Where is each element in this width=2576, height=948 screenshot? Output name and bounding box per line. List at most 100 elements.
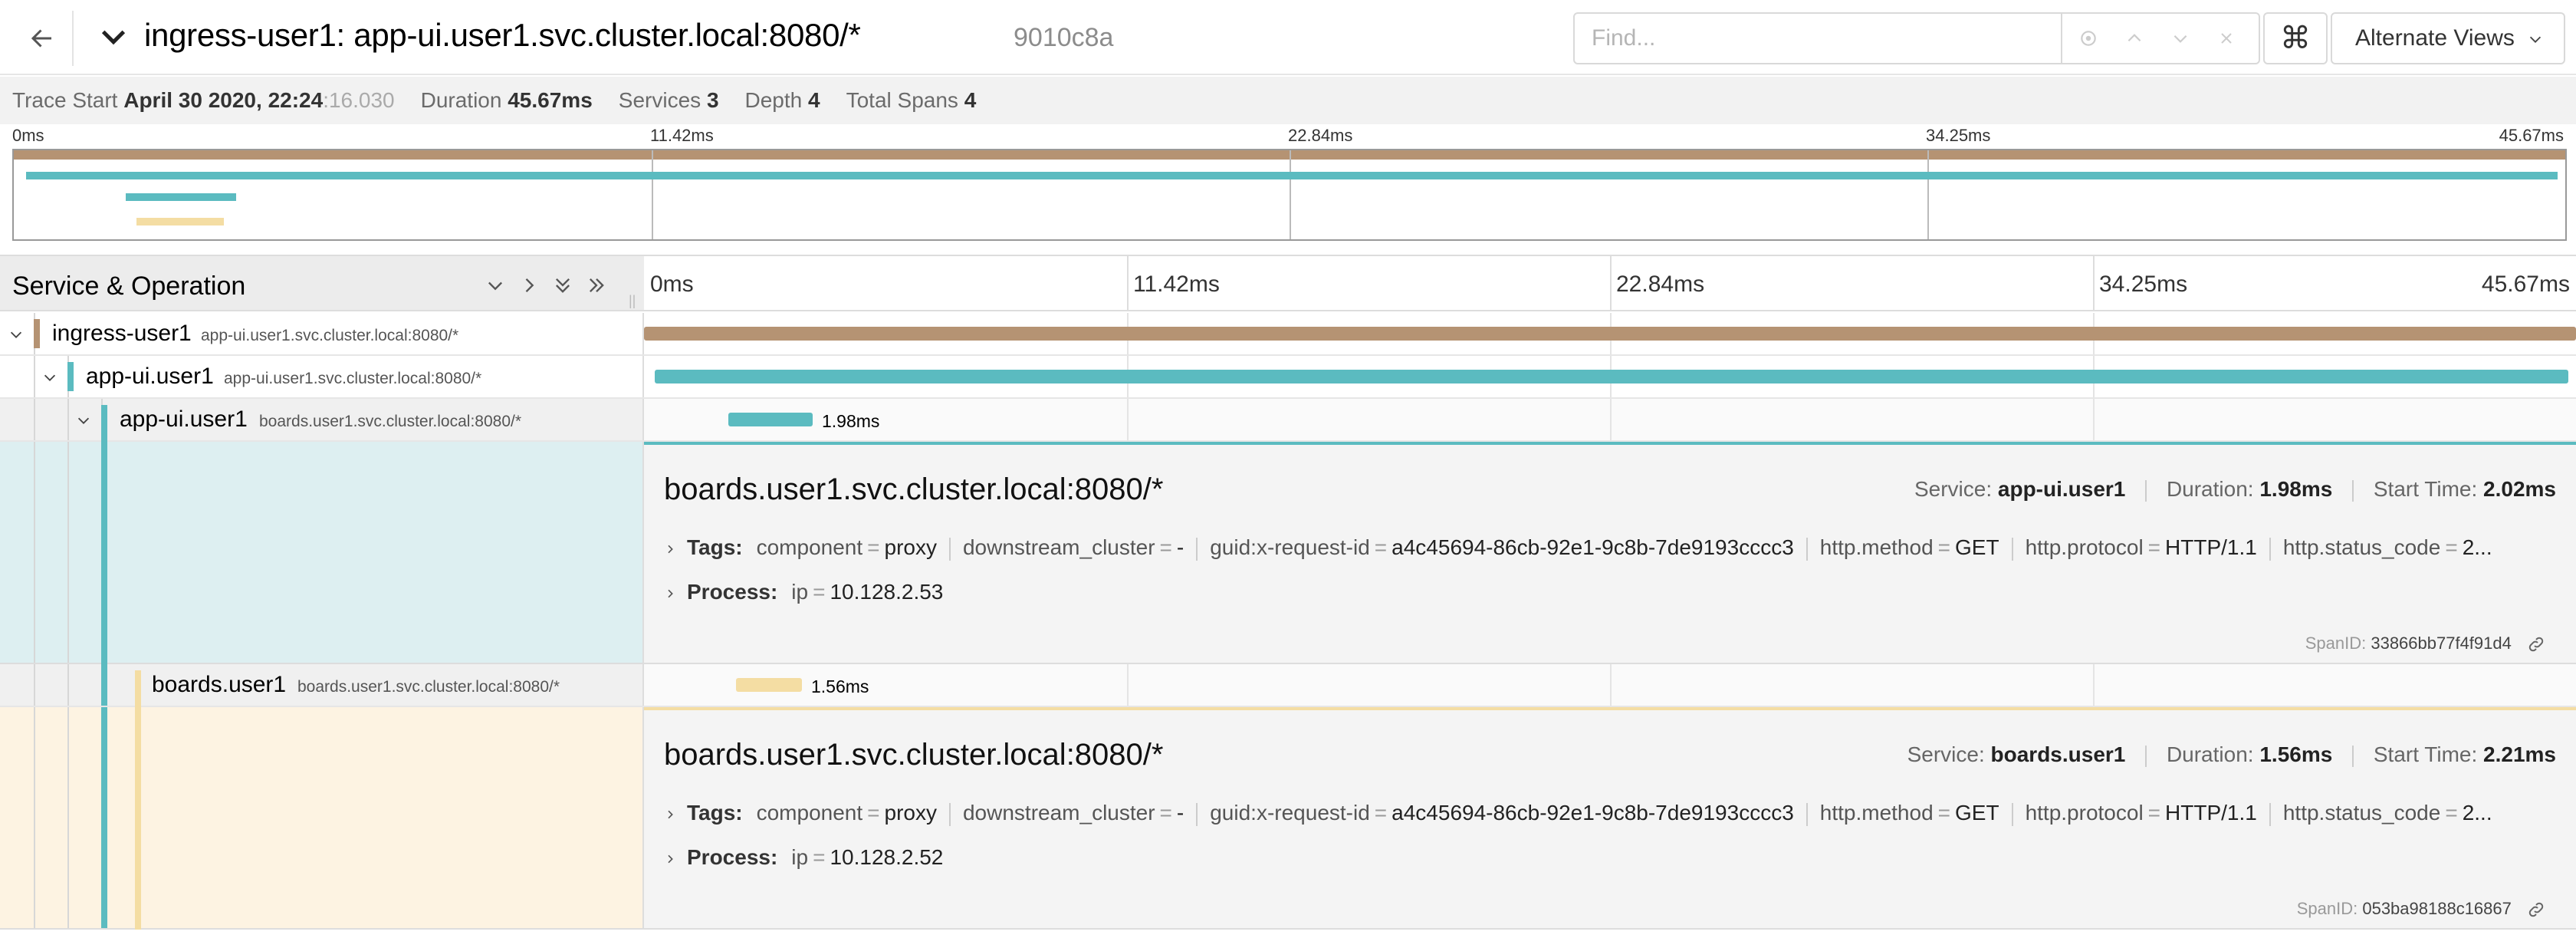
service-operation-title: Service & Operation xyxy=(12,272,246,301)
link-icon[interactable] xyxy=(2527,900,2545,919)
find-input[interactable] xyxy=(1575,14,2062,63)
tree-guide xyxy=(67,707,69,928)
tick-line xyxy=(1610,256,1612,310)
span-bar[interactable] xyxy=(736,678,802,692)
timeline-ticks: 0ms 11.42ms 22.84ms 34.25ms 45.67ms xyxy=(644,256,2576,310)
span-name-cell[interactable]: app-ui.user1 app-ui.user1.svc.cluster.lo… xyxy=(0,356,644,397)
span-row[interactable]: app-ui.user1 app-ui.user1.svc.cluster.lo… xyxy=(0,356,2576,399)
tag: http.status_code = 2... xyxy=(2282,801,2492,825)
chevron-down-icon[interactable] xyxy=(41,369,58,386)
span-detail-panel: boards.user1.svc.cluster.local:8080/* Se… xyxy=(644,442,2576,663)
tree-guide xyxy=(34,356,35,397)
span-timeline-cell[interactable] xyxy=(644,356,2576,397)
tags-section[interactable]: Tags: component = proxy downstream_cluster = -… xyxy=(664,801,2550,826)
trace-id: 9010c8a xyxy=(1014,23,1114,52)
chevron-right-icon[interactable] xyxy=(664,853,676,865)
span-name-cell[interactable]: app-ui.user1 boards.user1.svc.cluster.lo… xyxy=(0,399,644,442)
span-timeline-cell[interactable]: 1.98ms xyxy=(644,399,2576,440)
span-row-selected[interactable]: app-ui.user1 boards.user1.svc.cluster.lo… xyxy=(0,399,2576,442)
keyboard-shortcuts-button[interactable]: ⌘ xyxy=(2263,12,2328,64)
chevron-right-icon[interactable] xyxy=(664,588,676,600)
trace-minimap[interactable] xyxy=(12,149,2567,241)
command-icon: ⌘ xyxy=(2280,21,2311,55)
service-color-bar xyxy=(135,707,141,930)
collapse-all-icon[interactable] xyxy=(552,275,573,296)
tag: http.status_code = 2... xyxy=(2282,535,2492,559)
span-id: SpanID: 33866bb77f4f91d4 xyxy=(2305,634,2545,653)
span-name-cell[interactable]: ingress-user1 app-ui.user1.svc.cluster.l… xyxy=(0,313,644,354)
chevron-down-icon[interactable] xyxy=(75,412,92,429)
chevron-down-icon[interactable] xyxy=(2168,26,2193,51)
alternate-views-dropdown[interactable]: Alternate Views xyxy=(2331,12,2565,64)
tags-label: Tags: xyxy=(687,801,743,825)
tick-line xyxy=(1127,256,1129,310)
span-row-selected[interactable]: boards.user1 boards.user1.svc.cluster.lo… xyxy=(0,664,2576,707)
chevron-right-icon[interactable] xyxy=(664,808,676,821)
chevron-down-icon[interactable] xyxy=(8,326,25,343)
tags-section[interactable]: Tags: component = proxy downstream_cluster = -… xyxy=(664,535,2550,561)
trace-title[interactable]: ingress-user1: app-ui.user1.svc.cluster.… xyxy=(144,17,861,54)
span-row[interactable]: ingress-user1 app-ui.user1.svc.cluster.l… xyxy=(0,313,2576,356)
column-resizer[interactable]: || xyxy=(629,293,636,309)
span-detail-duration: 1.98ms xyxy=(2259,477,2333,501)
minimap-ticks: 0ms 11.42ms 22.84ms 34.25ms 45.67ms xyxy=(0,126,2576,146)
minimap-span-app-ui xyxy=(26,172,2558,179)
locate-icon[interactable] xyxy=(2076,26,2101,51)
tag: http.method = GET xyxy=(1819,535,1999,559)
trace-services: Services 3 xyxy=(618,88,719,112)
process-label: Process: xyxy=(687,580,778,604)
span-detail-meta: Service: boards.user1 Duration: 1.56ms S… xyxy=(1907,742,2556,767)
back-button[interactable] xyxy=(12,11,74,66)
chevron-down-icon[interactable] xyxy=(98,21,129,52)
minimap-tick: 11.42ms xyxy=(650,126,714,145)
collapse-one-icon[interactable] xyxy=(485,275,506,296)
span-operation-name: app-ui.user1.svc.cluster.local:8080/* xyxy=(201,327,459,344)
process-tag: ip = 10.128.2.52 xyxy=(791,845,944,869)
tree-guide xyxy=(67,664,69,706)
span-name-cell[interactable]: boards.user1 boards.user1.svc.cluster.lo… xyxy=(0,664,644,707)
trace-summary: Trace Start April 30 2020, 22:24:16.030 … xyxy=(0,77,2576,124)
service-color-bar xyxy=(135,670,141,707)
tree-guide xyxy=(67,442,69,663)
find-box xyxy=(1573,12,2260,64)
process-section[interactable]: Process: ip = 10.128.2.53 xyxy=(664,580,2550,604)
span-detail-service: app-ui.user1 xyxy=(1997,477,2126,501)
grid-line xyxy=(1610,664,1612,706)
close-icon[interactable] xyxy=(2214,26,2239,51)
timeline-tick: 11.42ms xyxy=(1133,272,1220,297)
grid-line xyxy=(1127,664,1129,706)
service-color-bar xyxy=(101,442,107,664)
span-duration-label: 1.98ms xyxy=(822,411,880,431)
minimap-tick: 45.67ms xyxy=(2499,126,2564,145)
minimap-tick: 22.84ms xyxy=(1288,126,1353,145)
span-service-name: boards.user1 xyxy=(152,672,287,697)
tag: http.protocol = HTTP/1.1 xyxy=(2025,535,2257,559)
span-bar[interactable] xyxy=(655,370,2568,383)
span-service-name: app-ui.user1 xyxy=(120,407,248,432)
trace-duration: Duration 45.67ms xyxy=(420,88,593,112)
process-section[interactable]: Process: ip = 10.128.2.52 xyxy=(664,845,2550,870)
span-detail-row: boards.user1.svc.cluster.local:8080/* Se… xyxy=(0,442,2576,664)
span-timeline-cell[interactable]: 1.56ms xyxy=(644,664,2576,706)
chevron-up-icon[interactable] xyxy=(2122,26,2147,51)
expand-one-icon[interactable] xyxy=(518,275,540,296)
trace-start: Trace Start April 30 2020, 22:24:16.030 xyxy=(12,88,395,112)
span-timeline-cell[interactable] xyxy=(644,313,2576,354)
tag: guid:x-request-id = a4c45694-86cb-92e1-9c8… xyxy=(1210,535,1794,559)
tag: downstream_cluster = - xyxy=(962,801,1184,825)
span-bar[interactable] xyxy=(728,413,813,426)
alternate-views-label: Alternate Views xyxy=(2355,25,2515,51)
tag: downstream_cluster = - xyxy=(962,535,1184,559)
tree-guide xyxy=(34,664,35,706)
tags-label: Tags: xyxy=(687,535,743,559)
span-bar[interactable] xyxy=(644,327,2576,341)
link-icon[interactable] xyxy=(2527,635,2545,653)
tag: guid:x-request-id = a4c45694-86cb-92e1-9c8… xyxy=(1210,801,1794,825)
span-detail-meta: Service: app-ui.user1 Duration: 1.98ms S… xyxy=(1914,477,2556,502)
span-detail-title: boards.user1.svc.cluster.local:8080/* xyxy=(664,472,1164,506)
minimap-span-app-ui-child xyxy=(126,193,236,201)
chevron-right-icon[interactable] xyxy=(664,543,676,555)
span-detail-panel: boards.user1.svc.cluster.local:8080/* Se… xyxy=(644,707,2576,928)
span-service-name: app-ui.user1 xyxy=(86,364,214,389)
expand-all-icon[interactable] xyxy=(586,275,607,296)
